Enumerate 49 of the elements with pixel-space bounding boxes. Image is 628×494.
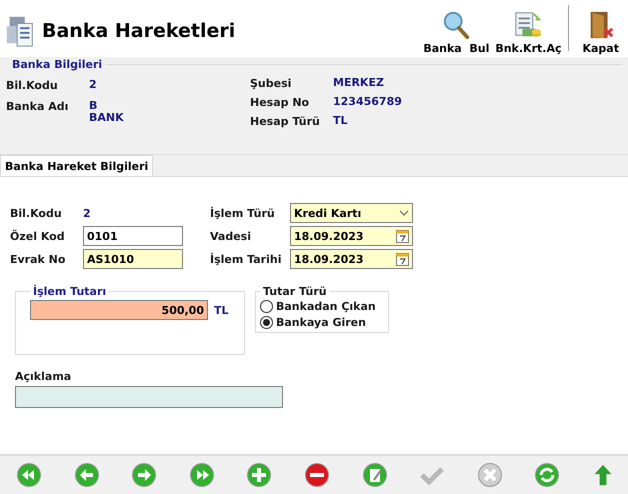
chevron-down-icon bbox=[399, 210, 409, 216]
calendar-icon[interactable] bbox=[396, 252, 409, 266]
amount-field[interactable]: 500,00 bbox=[30, 300, 208, 320]
field-label: Evrak No bbox=[10, 252, 66, 266]
search-icon bbox=[441, 10, 472, 40]
field-value: TL bbox=[333, 115, 348, 128]
field-label: Bil.Kodu bbox=[6, 79, 59, 92]
edit-button[interactable] bbox=[362, 462, 388, 488]
previous-button[interactable] bbox=[74, 462, 100, 488]
description-field[interactable] bbox=[15, 386, 283, 408]
input-field[interactable]: 0101 bbox=[83, 226, 183, 246]
refresh-button[interactable] bbox=[534, 462, 560, 488]
field-value: 2 bbox=[83, 206, 91, 220]
field-value: 2 bbox=[89, 79, 97, 92]
field-label: İşlem Türü bbox=[210, 206, 276, 220]
date-field[interactable]: 18.09.2023 bbox=[290, 249, 413, 269]
search-button[interactable]: Banka Bul bbox=[420, 2, 492, 54]
field-value: MERKEZ bbox=[333, 77, 384, 90]
delete-button[interactable] bbox=[304, 462, 330, 488]
field-label: İşlem Tarihi bbox=[210, 252, 282, 266]
group-title: İşlem Tutarı bbox=[32, 285, 108, 298]
tab[interactable]: Banka Hareket Bilgileri bbox=[0, 155, 154, 176]
field-label: Açıklama bbox=[15, 370, 72, 383]
last-record-button[interactable] bbox=[188, 462, 215, 488]
window-title: Banka Hareketleri bbox=[42, 20, 236, 42]
field-label: Bil.Kodu bbox=[10, 206, 63, 220]
field-label: Vadesi bbox=[210, 230, 252, 242]
open-card-button[interactable]: Bnk.Krt.Aç bbox=[492, 2, 564, 54]
field-value: B BANK bbox=[89, 100, 124, 124]
field-label: Banka Adı bbox=[6, 100, 70, 115]
close-button[interactable]: Kapat bbox=[579, 2, 622, 54]
receipt-coins-icon bbox=[513, 10, 544, 40]
field-label: Şubesi bbox=[250, 77, 292, 90]
group-title: Banka Bilgileri bbox=[12, 58, 102, 71]
radio-option[interactable]: Bankaya Giren bbox=[260, 314, 384, 330]
field-label: Hesap Türü bbox=[250, 115, 321, 128]
input-field[interactable]: AS1010 bbox=[83, 249, 183, 269]
field-value: 123456789 bbox=[333, 96, 402, 109]
group-title: Tutar Türü bbox=[262, 285, 328, 298]
currency-label: TL bbox=[214, 304, 229, 316]
radio-option[interactable]: Bankadan Çıkan bbox=[260, 298, 384, 314]
dropdown[interactable]: Kredi Kartı bbox=[290, 203, 413, 223]
calendar-icon[interactable] bbox=[396, 229, 409, 243]
field-label: Hesap No bbox=[250, 96, 310, 109]
add-button[interactable] bbox=[246, 462, 272, 488]
first-record-button[interactable] bbox=[16, 462, 42, 488]
field-label: Özel Kod bbox=[10, 230, 66, 242]
next-button[interactable] bbox=[131, 462, 158, 488]
date-field[interactable]: 18.09.2023 bbox=[290, 226, 413, 246]
